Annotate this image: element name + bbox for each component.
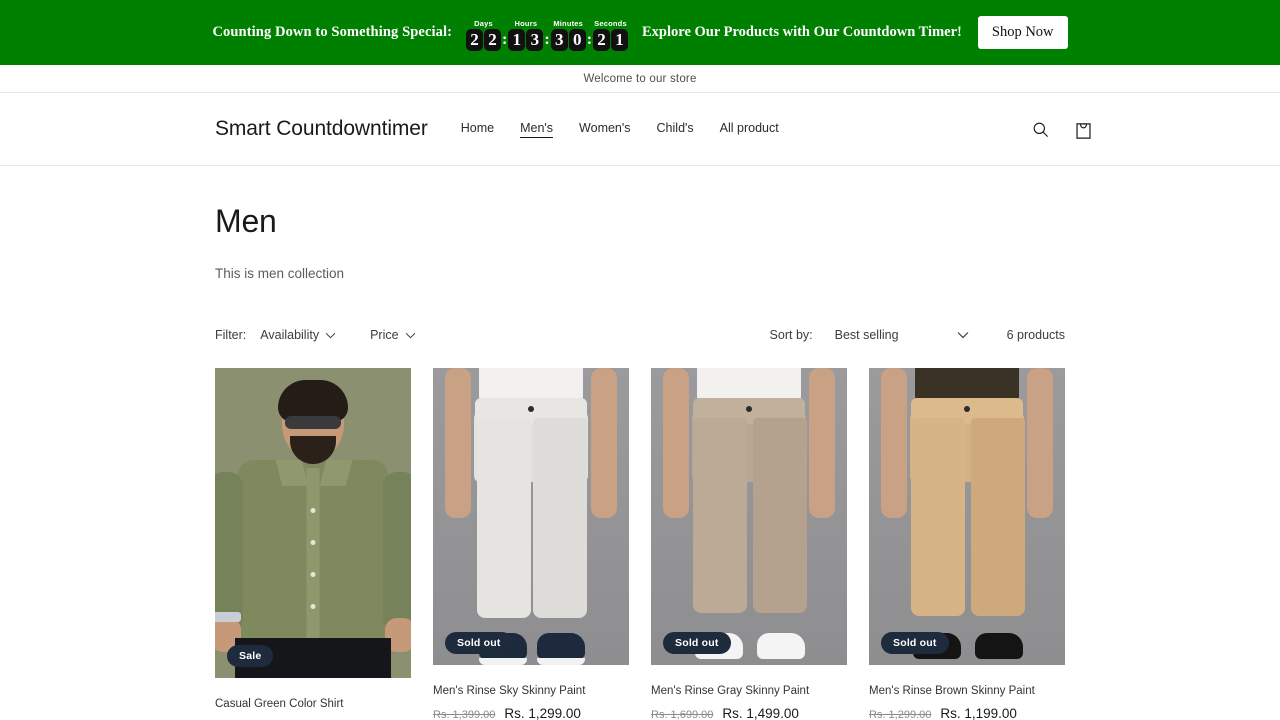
countdown-promo-banner: Counting Down to Something Special: Days… (0, 0, 1280, 65)
nav-item-all-product[interactable]: All product (720, 121, 779, 137)
filter-label: Filter: (215, 328, 247, 342)
product-card[interactable]: Sold out Men's Rinse Sky Skinny Paint Rs… (433, 368, 629, 720)
product-illustration (215, 368, 411, 678)
announcement-text: Welcome to our store (583, 72, 697, 85)
cart-icon[interactable] (1072, 117, 1095, 142)
product-image[interactable]: Sold out (869, 368, 1065, 665)
timer-unit-hours: Hours 1 3 (508, 19, 544, 51)
price-original: Rs. 1,299.00 (869, 708, 932, 720)
timer-separator: : (502, 30, 508, 48)
timer-digit: 1 (611, 28, 629, 51)
timer-digit: 3 (550, 28, 568, 51)
product-count: 6 products (1006, 328, 1065, 342)
nav-item-childs[interactable]: Child's (657, 121, 694, 137)
shop-now-button[interactable]: Shop Now (977, 16, 1068, 49)
product-illustration (651, 368, 847, 665)
product-image[interactable]: Sale (215, 368, 411, 678)
status-badge: Sold out (881, 632, 949, 654)
timer-label-days: Days (474, 19, 493, 29)
countdown-timer: Days 2 2 : Hours 1 3 : Minutes 3 0 : Sec… (466, 14, 629, 51)
filter-price-label: Price (370, 328, 399, 342)
countdown-headline: Counting Down to Something Special: (212, 24, 453, 40)
collection-page: Men This is men collection Filter: Avail… (0, 203, 1280, 720)
nav-item-home[interactable]: Home (461, 121, 494, 137)
timer-separator: : (544, 30, 550, 48)
site-header: Smart Countdowntimer Home Men's Women's … (0, 93, 1280, 166)
timer-digit: 2 (484, 28, 502, 51)
product-price: Rs. 1,299.00 Rs. 1,199.00 (869, 706, 1065, 720)
timer-digit: 2 (466, 28, 484, 51)
status-badge: Sale (227, 645, 274, 667)
header-actions (1029, 117, 1095, 142)
timer-unit-seconds: Seconds 2 1 (593, 19, 629, 51)
timer-label-hours: Hours (514, 19, 538, 29)
timer-unit-days: Days 2 2 (466, 19, 502, 51)
timer-digit: 0 (568, 28, 586, 51)
sort-and-count: Sort by: Best selling Alphabetically, A-… (770, 328, 1065, 342)
product-price: Rs. 1,399.00 Rs. 1,299.00 (433, 706, 629, 720)
filter-availability-button[interactable]: Availability (260, 328, 336, 342)
timer-unit-minutes: Minutes 3 0 (550, 19, 586, 51)
nav-item-womens[interactable]: Women's (579, 121, 630, 137)
product-title[interactable]: Men's Rinse Sky Skinny Paint (433, 684, 629, 699)
product-card[interactable]: Sold out Men's Rinse Brown Skinny Paint … (869, 368, 1065, 720)
timer-label-minutes: Minutes (553, 19, 584, 29)
chevron-down-icon (325, 328, 336, 342)
product-price: Rs. 1,699.00 Rs. 1,499.00 (651, 706, 847, 720)
product-illustration (433, 368, 629, 665)
product-title[interactable]: Casual Green Color Shirt (215, 697, 411, 712)
timer-digit: 2 (593, 28, 611, 51)
price-current: Rs. 1,299.00 (504, 705, 581, 720)
sort-by-select[interactable]: Best selling Alphabetically, A-Z Price, … (834, 328, 977, 342)
product-illustration (869, 368, 1065, 665)
sort-by-label: Sort by: (769, 328, 813, 342)
price-original: Rs. 1,399.00 (433, 708, 496, 720)
countdown-subtext: Explore Our Products with Our Countdown … (642, 24, 962, 40)
page-title: Men (215, 203, 277, 239)
facets-toolbar: Filter: Availability Price Sort by: Best… (215, 328, 1065, 342)
filter-availability-label: Availability (260, 328, 320, 342)
collection-description: This is men collection (215, 266, 345, 281)
price-original: Rs. 1,699.00 (651, 708, 714, 720)
main-navigation: Home Men's Women's Child's All product (461, 121, 779, 138)
price-current: Rs. 1,199.00 (940, 705, 1017, 720)
product-card[interactable]: Sold out Men's Rinse Gray Skinny Paint R… (651, 368, 847, 720)
product-grid: Sale Casual Green Color Shirt Sold out M… (215, 368, 1065, 720)
product-title[interactable]: Men's Rinse Gray Skinny Paint (651, 684, 847, 699)
search-icon[interactable] (1029, 118, 1052, 141)
status-badge: Sold out (445, 632, 513, 654)
timer-digit: 3 (526, 28, 544, 51)
product-image[interactable]: Sold out (651, 368, 847, 665)
product-card[interactable]: Sale Casual Green Color Shirt (215, 368, 411, 720)
filter-price-button[interactable]: Price (370, 328, 415, 342)
timer-label-seconds: Seconds (594, 19, 627, 29)
price-current: Rs. 1,499.00 (722, 705, 799, 720)
announcement-bar: Welcome to our store (0, 65, 1280, 93)
nav-item-mens[interactable]: Men's (520, 121, 554, 138)
chevron-down-icon (405, 328, 416, 342)
product-image[interactable]: Sold out (433, 368, 629, 665)
product-title[interactable]: Men's Rinse Brown Skinny Paint (869, 684, 1065, 699)
timer-separator: : (586, 30, 593, 48)
status-badge: Sold out (663, 632, 731, 654)
brand-logo[interactable]: Smart Countdowntimer (215, 117, 428, 141)
timer-digit: 1 (508, 28, 526, 51)
